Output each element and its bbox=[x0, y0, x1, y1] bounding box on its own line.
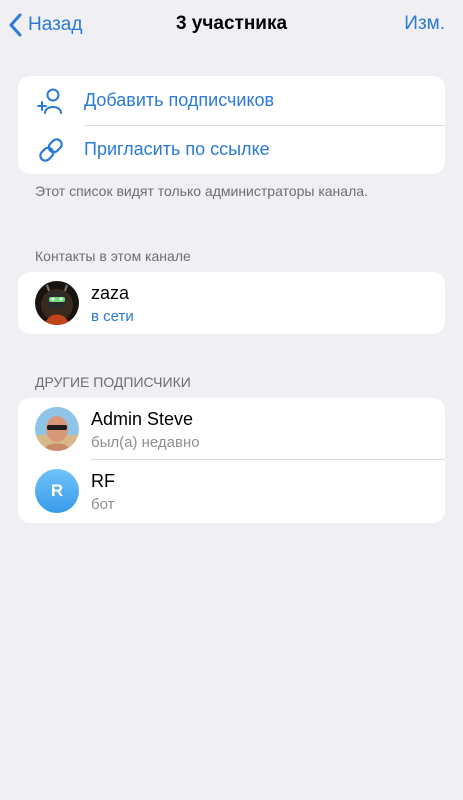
contacts-section-title: Контакты в этом канале bbox=[35, 248, 191, 264]
invite-link-button[interactable]: Пригласить по ссылке bbox=[18, 125, 445, 174]
back-button[interactable]: Назад bbox=[8, 12, 82, 38]
add-person-icon bbox=[37, 88, 62, 114]
link-icon bbox=[39, 138, 63, 162]
chevron-left-icon bbox=[9, 13, 22, 37]
member-row[interactable]: Admin Steve был(а) недавно bbox=[18, 398, 445, 460]
member-status: в сети bbox=[91, 308, 134, 325]
other-subscribers-section-title: ДРУГИЕ ПОДПИСЧИКИ bbox=[35, 374, 191, 390]
avatar bbox=[35, 407, 79, 451]
member-status: был(а) недавно bbox=[91, 434, 200, 451]
back-label: Назад bbox=[28, 14, 83, 35]
member-name: Admin Steve bbox=[91, 409, 194, 429]
member-row[interactable]: zaza в сети bbox=[18, 272, 445, 334]
avatar: R bbox=[35, 469, 79, 513]
member-status: бот bbox=[91, 496, 115, 513]
invite-link-label: Пригласить по ссылке bbox=[84, 139, 270, 159]
actions-card: Добавить подписчиков Пригласить по ссылк… bbox=[18, 76, 445, 174]
admin-note: Этот список видят только администраторы … bbox=[35, 183, 368, 199]
add-subscribers-button[interactable]: Добавить подписчиков bbox=[18, 76, 445, 125]
contacts-card: zaza в сети bbox=[18, 272, 445, 334]
member-row[interactable]: R RF бот bbox=[18, 460, 445, 522]
member-name: zaza bbox=[91, 283, 130, 303]
add-subscribers-label: Добавить подписчиков bbox=[84, 90, 275, 110]
edit-button[interactable]: Изм. bbox=[404, 13, 445, 35]
avatar bbox=[35, 281, 79, 325]
other-subscribers-card: Admin Steve был(а) недавно R RF бот bbox=[18, 398, 445, 523]
navigation-bar: Назад 3 участника Изм. bbox=[0, 0, 463, 50]
member-name: RF bbox=[91, 471, 115, 491]
